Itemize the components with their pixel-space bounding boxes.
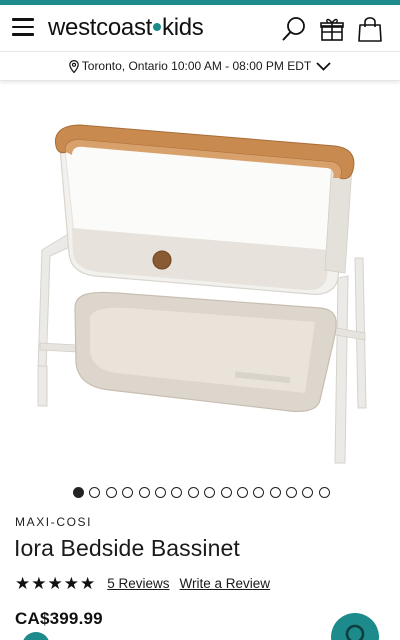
logo-text-right: kids	[162, 14, 204, 41]
carousel-dot[interactable]	[122, 487, 134, 498]
product-title: Iora Bedside Bassinet	[14, 535, 240, 561]
search-icon[interactable]	[280, 15, 308, 43]
product-price: CA$399.99	[15, 609, 103, 628]
location-text: Toronto, Ontario 10:00 AM - 08:00 PM EDT	[81, 59, 312, 73]
carousel-dot[interactable]	[269, 487, 281, 498]
carousel-dot[interactable]	[171, 487, 183, 498]
accessibility-button[interactable]	[22, 632, 50, 640]
shopping-bag-icon[interactable]	[356, 15, 384, 43]
chat-button[interactable]	[331, 613, 379, 640]
carousel-dot[interactable]	[236, 487, 248, 498]
star-icon: ★	[63, 573, 79, 593]
location-pin-icon	[68, 59, 79, 73]
write-review-link[interactable]: Write a Review	[180, 576, 271, 591]
carousel-dot[interactable]	[204, 487, 216, 498]
image-carousel-dots	[73, 487, 330, 499]
star-rating[interactable]: ★ ★ ★ ★ ★	[15, 575, 95, 592]
carousel-dot[interactable]	[138, 487, 150, 498]
logo-dot	[153, 23, 162, 32]
site-logo[interactable]: westcoast kids	[48, 14, 204, 42]
carousel-dot[interactable]	[286, 487, 298, 498]
product-brand[interactable]: MAXI-COSI	[15, 515, 92, 529]
star-icon: ★	[80, 573, 96, 593]
carousel-dot[interactable]	[187, 487, 199, 498]
gift-icon[interactable]	[318, 15, 346, 43]
reviews-link[interactable]: 5 Reviews	[107, 576, 169, 591]
star-icon: ★	[15, 573, 31, 593]
star-icon: ★	[47, 573, 63, 593]
carousel-dot[interactable]	[105, 487, 117, 498]
menu-icon[interactable]	[12, 18, 34, 36]
carousel-dot[interactable]	[220, 487, 232, 498]
store-location-bar[interactable]: Toronto, Ontario 10:00 AM - 08:00 PM EDT	[0, 51, 400, 81]
search-icon	[345, 624, 365, 640]
star-icon: ★	[31, 573, 47, 593]
product-image[interactable]	[20, 108, 385, 468]
carousel-dot[interactable]	[318, 487, 330, 498]
carousel-dot[interactable]	[154, 487, 166, 498]
logo-text-left: westcoast	[48, 14, 153, 41]
site-header: westcoast kids	[0, 5, 400, 51]
chevron-down-icon[interactable]	[316, 61, 331, 71]
carousel-dot[interactable]	[253, 487, 265, 498]
carousel-dot[interactable]	[89, 487, 101, 498]
rating-row: ★ ★ ★ ★ ★ 5 Reviews Write a Review	[15, 574, 280, 592]
carousel-dot[interactable]	[302, 487, 314, 498]
carousel-dot[interactable]	[73, 487, 84, 498]
